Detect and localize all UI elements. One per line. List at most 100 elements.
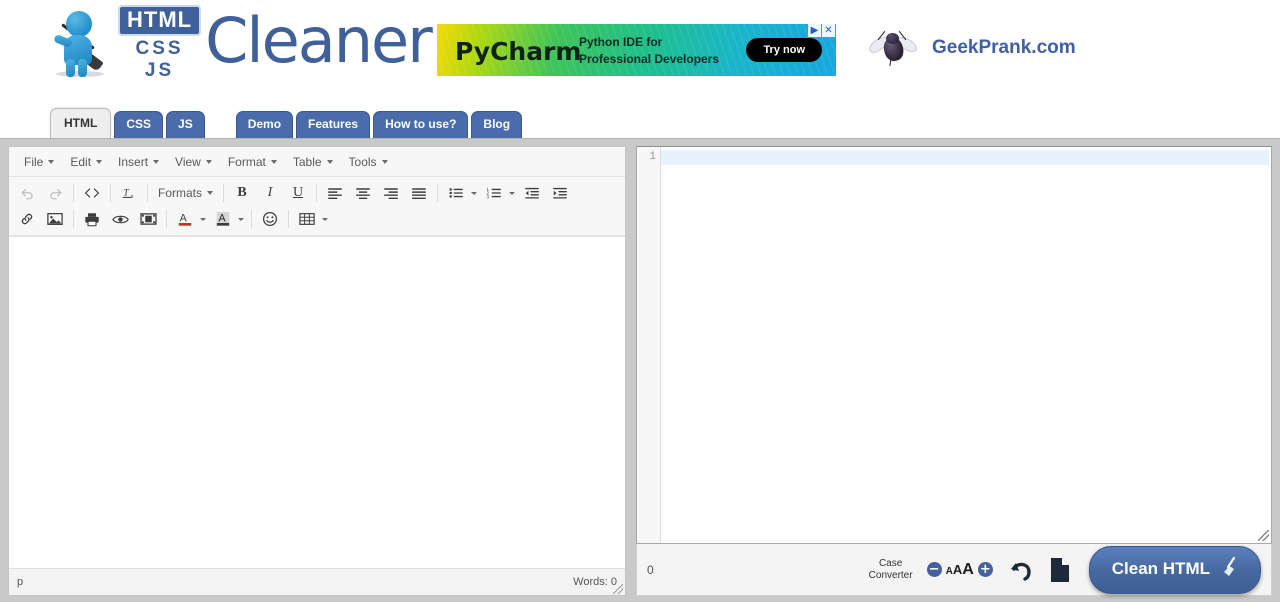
underline-icon[interactable]: U xyxy=(284,181,312,205)
indent-icon[interactable] xyxy=(546,181,574,205)
ad-controls[interactable]: ▶ ✕ xyxy=(808,24,835,37)
character-count: 0 xyxy=(647,562,654,577)
menu-edit[interactable]: Edit xyxy=(62,151,110,173)
menu-insert-label: Insert xyxy=(118,154,149,169)
tab-features[interactable]: Features xyxy=(296,110,371,138)
text-color-dropdown[interactable]: A xyxy=(171,207,209,231)
chevron-down-icon xyxy=(381,159,388,164)
toolbar-separator xyxy=(316,184,318,202)
svg-text:x: x xyxy=(131,194,134,200)
preview-icon[interactable] xyxy=(106,207,134,231)
geekprank-link[interactable]: GeekPrank.com xyxy=(866,28,1076,68)
tab-blog[interactable]: Blog xyxy=(471,110,523,138)
align-right-icon[interactable] xyxy=(377,181,405,205)
chevron-down-icon[interactable] xyxy=(238,217,244,221)
media-icon[interactable] xyxy=(134,207,162,231)
chevron-down-icon[interactable] xyxy=(322,217,328,221)
bullet-list-icon[interactable] xyxy=(442,181,470,205)
site-header: HTML CSS JS Cleaner PyCharm Python IDE f… xyxy=(0,0,1280,100)
menu-format-label: Format xyxy=(227,154,266,169)
menu-view[interactable]: View xyxy=(167,151,220,173)
element-path[interactable]: p xyxy=(17,576,23,588)
tab-how-to-use[interactable]: How to use? xyxy=(373,110,469,138)
background-color-dropdown[interactable]: A xyxy=(209,207,247,231)
workspace: File Edit Insert View Format Table Tools… xyxy=(0,138,1280,602)
logo-cleaner-text: Cleaner xyxy=(205,4,433,77)
menu-edit-label: Edit xyxy=(70,154,92,169)
menu-file-label: File xyxy=(24,154,44,169)
table-dropdown[interactable] xyxy=(293,207,331,231)
chevron-down-icon[interactable] xyxy=(509,191,516,195)
rich-text-content-area[interactable] xyxy=(9,236,625,568)
code-panel: 1 0 Case Converter − AAA + Clean HTML xyxy=(636,146,1272,596)
tab-css[interactable]: CSS xyxy=(114,110,164,138)
menu-table[interactable]: Table xyxy=(285,151,341,173)
formats-dropdown-label: Formats xyxy=(158,186,203,200)
code-editor[interactable]: 1 xyxy=(636,146,1272,544)
site-logo[interactable]: HTML CSS JS Cleaner xyxy=(50,4,433,81)
align-center-icon[interactable] xyxy=(349,181,377,205)
resize-handle-icon[interactable] xyxy=(613,584,623,594)
source-code-icon[interactable] xyxy=(78,181,106,205)
text-color-icon[interactable]: A xyxy=(171,207,199,231)
undo-icon[interactable] xyxy=(13,181,41,205)
ad-cta-button[interactable]: Try now xyxy=(746,38,822,62)
active-line-highlight xyxy=(661,150,1269,165)
print-icon[interactable] xyxy=(78,207,106,231)
align-justify-icon[interactable] xyxy=(405,181,433,205)
svg-text:A: A xyxy=(180,213,188,225)
chevron-down-icon[interactable] xyxy=(200,217,206,221)
tab-html[interactable]: HTML xyxy=(50,107,112,138)
italic-icon[interactable]: I xyxy=(256,181,284,205)
menu-tools[interactable]: Tools xyxy=(341,151,396,173)
tab-demo[interactable]: Demo xyxy=(235,110,294,138)
code-panel-toolbar: 0 Case Converter − AAA + Clean HTML xyxy=(636,544,1272,596)
chevron-down-icon xyxy=(207,191,214,195)
menu-format[interactable]: Format xyxy=(220,151,285,173)
adchoices-icon[interactable]: ▶ xyxy=(808,24,821,37)
bold-icon[interactable]: B xyxy=(228,181,256,205)
code-text-area[interactable] xyxy=(661,147,1271,543)
redo-icon[interactable] xyxy=(41,181,69,205)
table-icon[interactable] xyxy=(293,207,321,231)
numbered-list-dropdown[interactable]: 123 xyxy=(480,181,518,205)
clear-formatting-icon[interactable]: T x xyxy=(115,181,143,205)
editor-status-bar: p Words: 0 xyxy=(9,568,625,595)
tab-js[interactable]: JS xyxy=(166,110,205,138)
svg-text:T: T xyxy=(123,187,129,198)
chevron-down-icon[interactable] xyxy=(471,191,478,195)
advertisement-banner[interactable]: PyCharm Python IDE for Professional Deve… xyxy=(437,24,836,76)
outdent-icon[interactable] xyxy=(518,181,546,205)
menu-file[interactable]: File xyxy=(16,151,62,173)
align-left-icon[interactable] xyxy=(321,181,349,205)
clean-html-button[interactable]: Clean HTML xyxy=(1088,545,1261,594)
increase-font-size-button[interactable]: + xyxy=(977,562,993,577)
toolbar-separator xyxy=(73,184,74,202)
line-number: 1 xyxy=(649,151,656,163)
menu-insert[interactable]: Insert xyxy=(110,151,167,173)
formats-dropdown[interactable]: Formats xyxy=(152,182,219,204)
toolbar-separator xyxy=(110,184,111,202)
logo-css-text: CSS xyxy=(135,38,184,59)
toolbar-separator xyxy=(166,210,167,228)
close-icon[interactable]: ✕ xyxy=(822,24,835,37)
case-converter-line2: Converter xyxy=(868,569,913,581)
ad-copy: Python IDE for Professional Developers xyxy=(579,34,719,69)
decrease-font-size-button[interactable]: − xyxy=(926,562,942,577)
logo-html-badge: HTML xyxy=(118,5,202,36)
resize-handle-icon[interactable] xyxy=(1258,530,1269,541)
ad-copy-line2: Professional Developers xyxy=(579,52,720,67)
ad-copy-line1: Python IDE for xyxy=(579,35,663,49)
emoticon-icon[interactable] xyxy=(256,207,284,231)
image-icon[interactable] xyxy=(41,207,69,231)
link-icon[interactable] xyxy=(13,207,41,231)
case-converter-button[interactable]: Case Converter xyxy=(869,558,913,581)
numbered-list-icon[interactable]: 123 xyxy=(480,181,508,205)
menu-table-label: Table xyxy=(292,154,322,169)
logo-js-text: JS xyxy=(144,60,175,81)
bullet-list-dropdown[interactable] xyxy=(442,181,480,205)
undo-icon[interactable] xyxy=(1007,557,1035,583)
toolbar-separator xyxy=(251,210,252,228)
new-document-icon[interactable] xyxy=(1049,557,1071,583)
background-color-icon[interactable]: A xyxy=(209,207,237,231)
